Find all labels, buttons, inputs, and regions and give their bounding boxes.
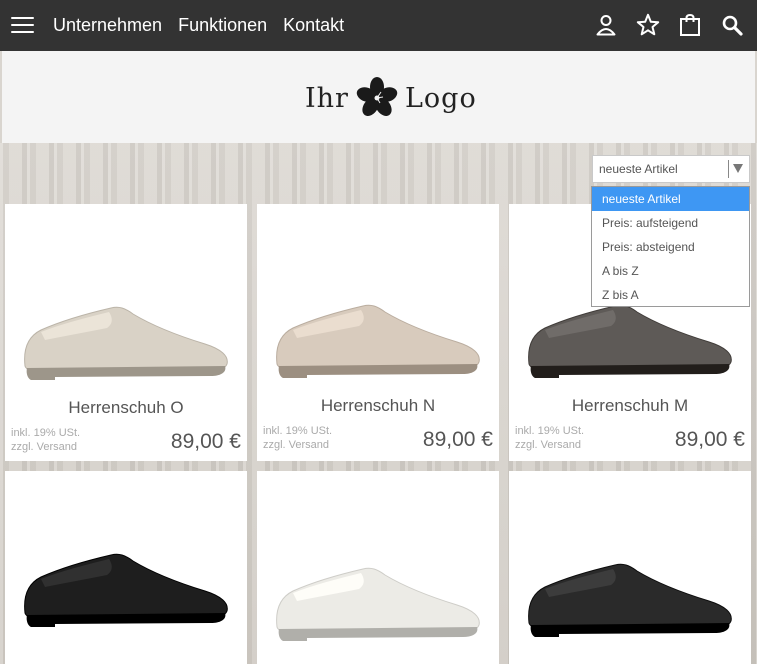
shoe-image xyxy=(24,553,228,627)
search-icon[interactable] xyxy=(720,13,744,37)
product-price: 89,00 € xyxy=(170,430,241,453)
shoe-image xyxy=(528,563,732,637)
shoe-image xyxy=(276,567,480,641)
product-card[interactable] xyxy=(509,471,751,664)
logo[interactable]: Ihr Logo xyxy=(305,73,477,123)
sort-option-z-a[interactable]: Z bis A xyxy=(592,283,749,307)
product-card-o[interactable]: Herrenschuh O inkl. 19% USt. zzgl. Versa… xyxy=(5,204,247,461)
product-price: 89,00 € xyxy=(422,428,493,451)
shipping-note: zzgl. Versand xyxy=(515,439,582,451)
nav-links: Unternehmen Funktionen Kontakt xyxy=(53,13,344,37)
caret-down-icon xyxy=(733,164,743,173)
product-card[interactable] xyxy=(5,471,247,664)
sort-option-a-z[interactable]: A bis Z xyxy=(592,259,749,283)
top-nav: Unternehmen Funktionen Kontakt xyxy=(0,0,757,51)
shoe-image xyxy=(276,304,480,378)
tax-note: inkl. 19% USt. xyxy=(263,425,333,437)
product-name: Herrenschuh M xyxy=(571,396,689,415)
tax-note: inkl. 19% USt. xyxy=(515,425,585,437)
tax-note: inkl. 19% USt. xyxy=(11,427,81,439)
sort-select[interactable]: neueste Artikel xyxy=(592,155,750,183)
product-card-n[interactable]: Herrenschuh N inkl. 19% USt. zzgl. Versa… xyxy=(257,204,499,461)
shopping-bag-icon[interactable] xyxy=(678,13,702,37)
product-card[interactable] xyxy=(257,471,499,664)
hamburger-menu-icon[interactable] xyxy=(11,16,34,34)
nav-link-funktionen[interactable]: Funktionen xyxy=(178,13,267,37)
nav-link-kontakt[interactable]: Kontakt xyxy=(283,13,344,37)
flower-logo-icon xyxy=(356,77,398,116)
sort-option-newest[interactable]: neueste Artikel xyxy=(592,187,749,211)
header: Ihr Logo xyxy=(2,51,755,143)
logo-right-text: Logo xyxy=(404,82,477,114)
shipping-note: zzgl. Versand xyxy=(263,439,330,451)
logo-left-text: Ihr xyxy=(305,82,349,114)
nav-link-unternehmen[interactable]: Unternehmen xyxy=(53,13,162,37)
shipping-note: zzgl. Versand xyxy=(11,441,78,453)
shoe-image xyxy=(24,306,228,380)
user-icon[interactable] xyxy=(594,13,618,37)
star-icon[interactable] xyxy=(636,13,660,37)
product-name: Herrenschuh O xyxy=(68,398,184,417)
sort-option-price-asc[interactable]: Preis: aufsteigend xyxy=(592,211,749,235)
nav-icons xyxy=(594,13,744,37)
product-price: 89,00 € xyxy=(674,428,745,451)
sort-selected-value: neueste Artikel xyxy=(599,162,678,176)
sort-option-price-desc[interactable]: Preis: absteigend xyxy=(592,235,749,259)
sort-dropdown-menu: neueste Artikel Preis: aufsteigend Preis… xyxy=(591,186,750,307)
product-name: Herrenschuh N xyxy=(320,396,436,415)
